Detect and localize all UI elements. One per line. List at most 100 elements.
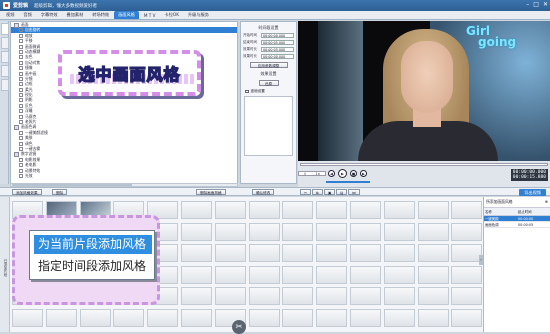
- minimize-button[interactable]: –: [526, 1, 529, 8]
- tab-7[interactable]: 卡拉OK: [161, 11, 183, 19]
- copy-icon[interactable]: ⧉: [312, 189, 323, 195]
- timeline-slot[interactable]: [417, 222, 449, 241]
- folder-icon[interactable]: ▤: [336, 189, 348, 195]
- timeline-slot[interactable]: [282, 201, 314, 219]
- timeline-slot[interactable]: [214, 265, 246, 284]
- stop-button[interactable]: ■: [350, 170, 357, 177]
- progress-scrubber[interactable]: [300, 163, 548, 166]
- timeline-slot[interactable]: [350, 265, 381, 284]
- timeline-slot[interactable]: [350, 287, 381, 305]
- timeline-slot[interactable]: [451, 265, 483, 284]
- add-style-button[interactable]: 添加风格效果: [12, 189, 42, 195]
- delete-style-button[interactable]: 删除画面风格: [196, 189, 226, 195]
- timeline-slot[interactable]: [383, 265, 415, 284]
- timeline-slot[interactable]: [316, 201, 348, 219]
- timeline-slot[interactable]: [316, 308, 348, 327]
- apply-params-button[interactable]: 应用参数调整: [249, 62, 288, 68]
- timeline-slot[interactable]: [248, 265, 280, 284]
- cut-icon[interactable]: ✂: [300, 189, 312, 195]
- next-frame-button[interactable]: ▶: [360, 170, 367, 177]
- timeline-slot[interactable]: [350, 222, 381, 241]
- param-value-input[interactable]: 00:00:05.000: [261, 47, 294, 52]
- timeline-slot[interactable]: [350, 308, 381, 327]
- timeline-slot[interactable]: [316, 222, 348, 241]
- tab-8[interactable]: 升级与服务: [184, 11, 213, 19]
- timeline-slot[interactable]: [451, 222, 483, 241]
- delete-button[interactable]: 删除: [52, 189, 68, 195]
- added-style-row[interactable]: 画面色调 00:00:05: [484, 222, 550, 228]
- frame-setting-checkbox[interactable]: 逐帧设置: [245, 89, 296, 94]
- timeline-slot[interactable]: [79, 308, 111, 327]
- tab-1[interactable]: 音频: [19, 11, 35, 19]
- volume-slider[interactable]: [326, 181, 370, 183]
- menu-add-style-current[interactable]: 为当前片段添加风格: [34, 235, 152, 254]
- timeline-slot[interactable]: [214, 244, 246, 262]
- timeline-slot[interactable]: [248, 308, 280, 327]
- timeline-slot[interactable]: [45, 308, 77, 327]
- checkbox-box[interactable]: [245, 89, 249, 94]
- tab-3[interactable]: 叠加素材: [63, 11, 88, 19]
- tab-0[interactable]: 视频: [2, 11, 18, 19]
- timeline-slot[interactable]: [282, 222, 314, 241]
- timeline-slot[interactable]: [181, 244, 212, 262]
- timeline-slot[interactable]: [417, 201, 449, 219]
- tab-6[interactable]: M T V: [140, 12, 160, 19]
- play-button[interactable]: ▶: [338, 169, 347, 178]
- timeline-slot[interactable]: [383, 222, 415, 241]
- timeline-slot[interactable]: [417, 287, 449, 305]
- timeline-slot[interactable]: [383, 244, 415, 262]
- timeline-slot[interactable]: [214, 287, 246, 305]
- timeline-slot[interactable]: [147, 308, 179, 327]
- param-value-input[interactable]: 00:00:05.000: [261, 40, 294, 45]
- timeline-slot[interactable]: [248, 287, 280, 305]
- param-value-input[interactable]: 00:00:00.000: [261, 33, 294, 38]
- timeline-slot[interactable]: [316, 287, 348, 305]
- vtab-5[interactable]: [1, 79, 9, 91]
- vtab-2[interactable]: [1, 37, 9, 49]
- timeline-slot[interactable]: [350, 244, 381, 262]
- timeline-slot[interactable]: [451, 201, 483, 219]
- timeline-slot[interactable]: [417, 244, 449, 262]
- timeline-slot[interactable]: [282, 287, 314, 305]
- style-list-item[interactable]: 光效: [11, 173, 237, 178]
- timeline-slot[interactable]: [451, 287, 483, 305]
- timeline-slot[interactable]: [383, 201, 415, 219]
- timeline-slot[interactable]: [113, 308, 145, 327]
- share-icon[interactable]: ⋈: [348, 189, 360, 195]
- maximize-button[interactable]: □: [533, 1, 539, 8]
- timeline-slot[interactable]: [181, 287, 212, 305]
- timeline-slot[interactable]: [451, 308, 483, 327]
- menu-add-style-timerange[interactable]: 指定时间段添加风格: [34, 257, 152, 276]
- timeline-slot[interactable]: [316, 265, 348, 284]
- scrollbar-thumb[interactable]: [12, 184, 132, 186]
- timeline-slot[interactable]: [248, 201, 280, 219]
- export-button[interactable]: 导出视频: [519, 188, 546, 196]
- timeline-slot[interactable]: [181, 265, 212, 284]
- prev-frame-button[interactable]: ◀: [328, 170, 335, 177]
- timeline-slot[interactable]: [417, 308, 449, 327]
- tab-2[interactable]: 字幕特效: [37, 11, 62, 19]
- timeline-slot[interactable]: [316, 244, 348, 262]
- timeline-slot[interactable]: [451, 244, 483, 262]
- timeline-slot[interactable]: [214, 222, 246, 241]
- timeline-slot[interactable]: [12, 308, 43, 327]
- timeline-slot[interactable]: [181, 308, 212, 327]
- close-button[interactable]: ✕: [543, 1, 548, 8]
- confirm-button[interactable]: 确认修改: [252, 189, 275, 195]
- timeline-slot[interactable]: [282, 244, 314, 262]
- timeline-slot[interactable]: [181, 222, 212, 241]
- timeline-slot[interactable]: [248, 244, 280, 262]
- panel-add-icon[interactable]: ⊕: [545, 199, 548, 205]
- timeline-slot[interactable]: [181, 201, 212, 219]
- timeline-slot[interactable]: [214, 201, 246, 219]
- timeline-slot[interactable]: [282, 308, 314, 327]
- timeline-slot[interactable]: [383, 287, 415, 305]
- tab-4[interactable]: 转场特效: [88, 11, 113, 19]
- timeline-slot[interactable]: [282, 265, 314, 284]
- timeline-slot[interactable]: [417, 265, 449, 284]
- vtab-4[interactable]: [1, 65, 9, 77]
- timeline-slot[interactable]: [248, 222, 280, 241]
- timeline-slot[interactable]: [350, 201, 381, 219]
- param-value-input[interactable]: 00:00:00.000: [261, 54, 294, 59]
- reset-button[interactable]: 还原: [258, 80, 279, 86]
